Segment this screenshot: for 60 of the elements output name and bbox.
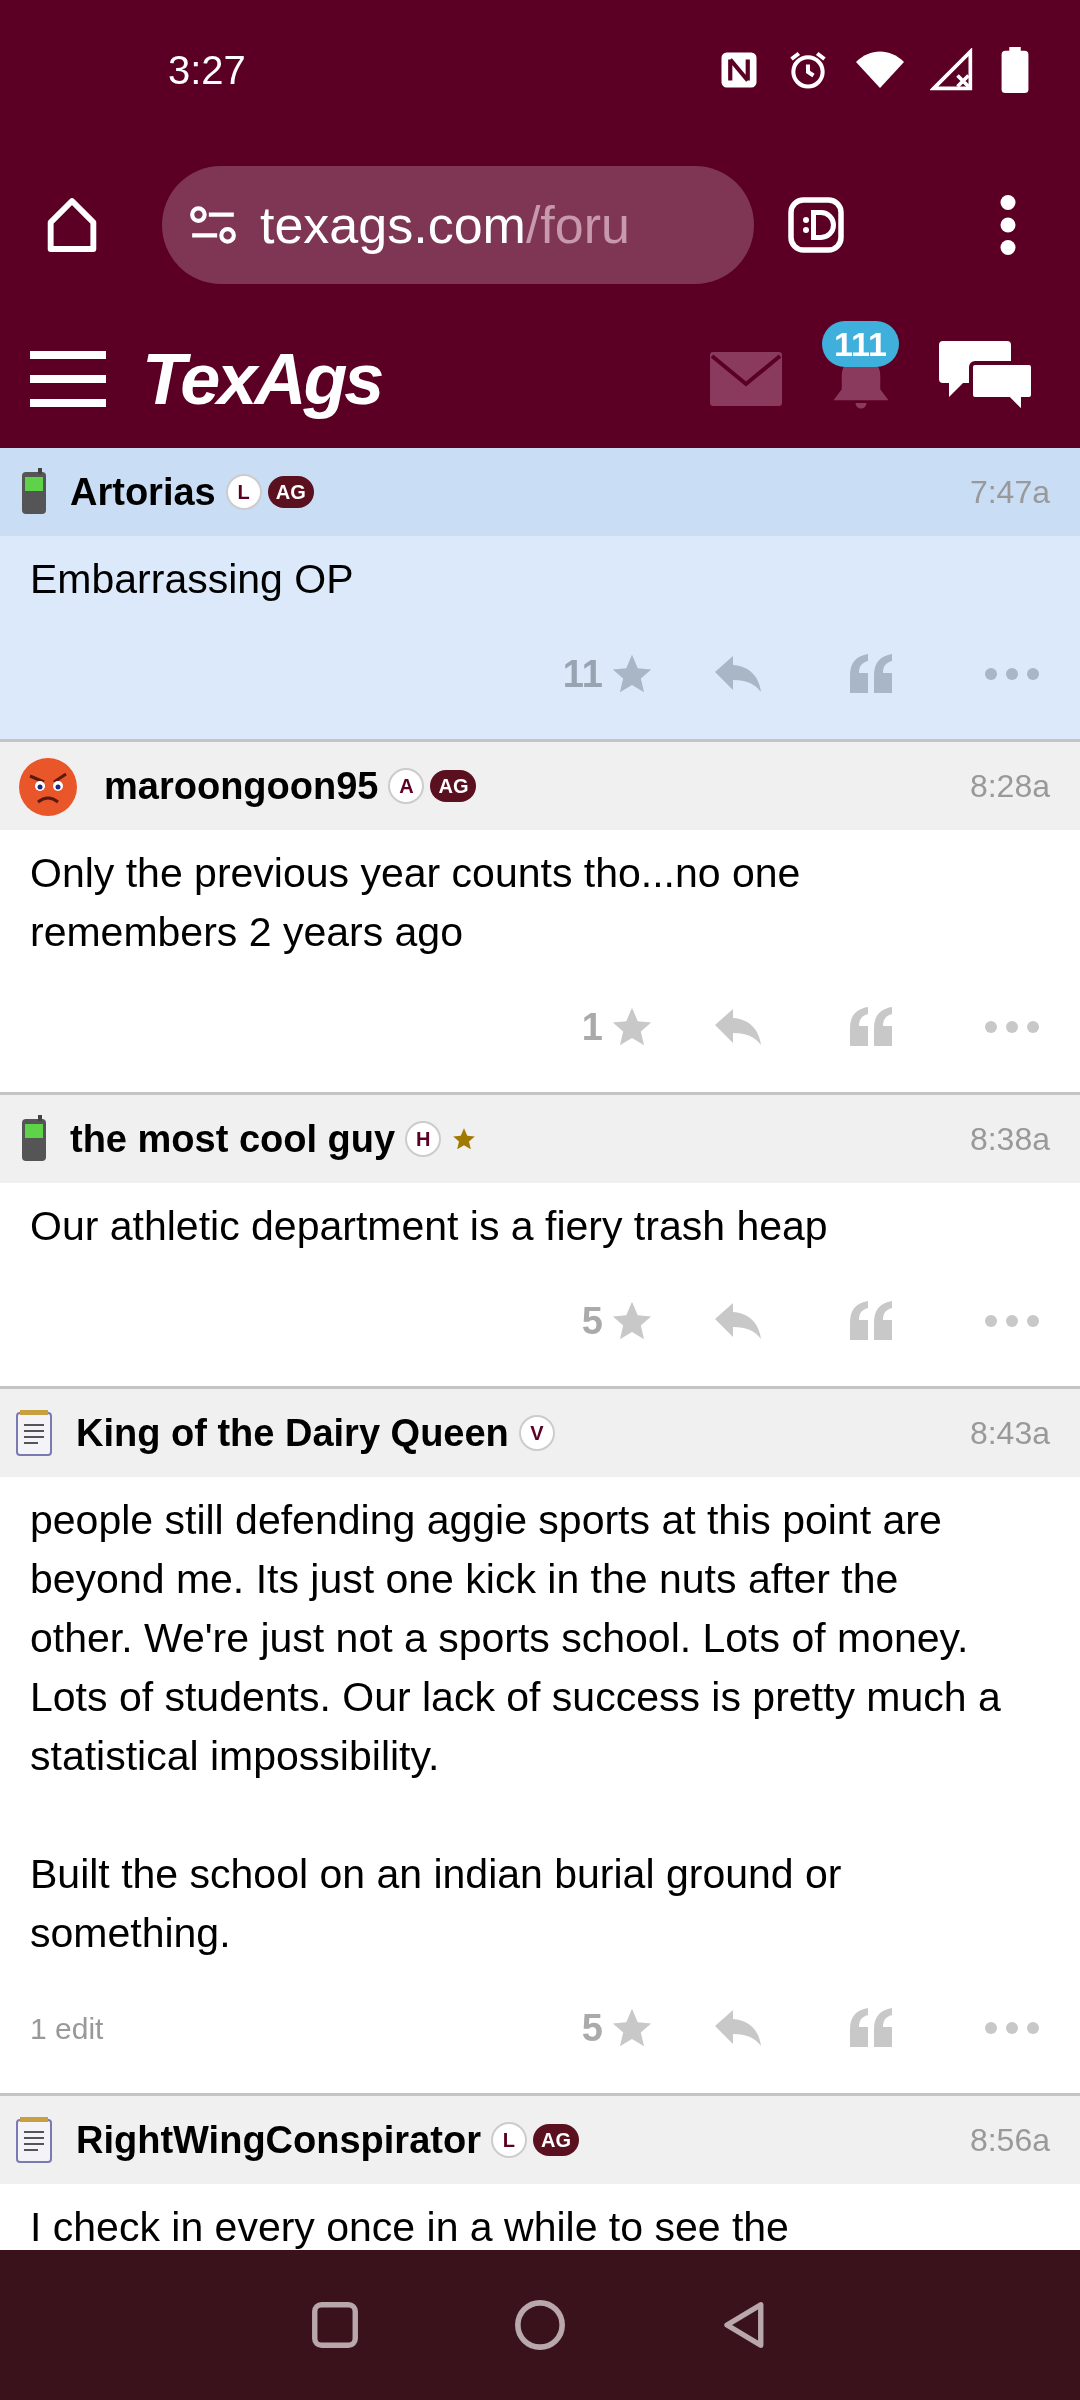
site-logo[interactable]: TexAgs xyxy=(142,325,382,433)
quote-icon[interactable] xyxy=(848,1300,894,1342)
username[interactable]: King of the Dairy Queen xyxy=(76,1404,509,1462)
ag-badge: AG xyxy=(532,2124,579,2156)
username[interactable]: Artorias xyxy=(70,463,216,521)
status-time: 3:27 xyxy=(168,47,246,94)
post-text: people still defending aggie sports at this point are beyond me. Its just one kick in the nuts after the other. We're just not a sports school. Lots of money. Lots of students. Our lack of success is pretty much a statistical impossibility. xyxy=(30,1496,1002,1781)
url-host: texags.com xyxy=(260,195,526,256)
ag-badge: AG xyxy=(267,476,314,508)
notification-count: 111 xyxy=(822,321,899,367)
username[interactable]: the most cool guy xyxy=(70,1110,396,1168)
post-text: I check in every once in a while to see the xyxy=(30,2203,790,2250)
more-icon[interactable] xyxy=(984,667,1040,681)
post-text: Our athletic department is a fiery trash heap xyxy=(30,1202,829,1251)
phone-icon xyxy=(20,468,48,516)
post-time: 8:43a xyxy=(969,1414,1050,1453)
hamburger-icon[interactable] xyxy=(30,351,106,407)
reply-icon[interactable] xyxy=(713,654,763,694)
notepad-icon xyxy=(14,2116,54,2164)
reply-icon[interactable] xyxy=(713,1301,763,1341)
rank-badge: V xyxy=(518,1415,555,1451)
wifi-icon xyxy=(856,50,904,90)
more-icon[interactable] xyxy=(984,2021,1040,2035)
username[interactable]: maroongoon95 xyxy=(104,757,379,815)
post-time: 8:38a xyxy=(969,1120,1050,1159)
site-settings-icon[interactable] xyxy=(188,203,238,247)
post-text: Built the school on an indian burial ground or something. xyxy=(30,1850,843,1958)
reply-icon[interactable] xyxy=(713,1007,763,1047)
notepad-icon xyxy=(14,1409,54,1457)
address-bar[interactable]: texags.com/foru xyxy=(162,166,754,284)
star-count: 5 xyxy=(581,2005,603,2051)
post-text: Embarrassing OP xyxy=(30,555,355,604)
emoji-tab-icon[interactable] xyxy=(786,195,846,255)
star-count: 5 xyxy=(581,1298,603,1344)
quote-icon[interactable] xyxy=(848,653,894,695)
rank-badge: L xyxy=(225,474,262,510)
no-signal-icon xyxy=(930,48,974,92)
star-icon xyxy=(451,1126,478,1152)
mail-icon[interactable] xyxy=(710,352,782,406)
more-icon[interactable] xyxy=(984,1020,1040,1034)
rank-badge: H xyxy=(405,1121,442,1157)
rank-badge: A xyxy=(388,768,425,804)
username[interactable]: RightWingConspirator xyxy=(76,2111,481,2169)
reply-icon[interactable] xyxy=(713,2008,763,2048)
url-path: /foru xyxy=(525,195,630,256)
menu-icon[interactable] xyxy=(998,195,1018,255)
post-text: Only the previous year counts tho...no one remembers 2 years ago xyxy=(30,849,802,957)
battery-icon xyxy=(1000,47,1030,93)
star-count: 11 xyxy=(562,651,603,697)
phone-icon xyxy=(20,1115,48,1163)
quote-icon[interactable] xyxy=(848,1006,894,1048)
post-time: 8:56a xyxy=(969,2121,1050,2160)
star-count: 1 xyxy=(581,1004,603,1050)
home-button-icon[interactable] xyxy=(512,2297,568,2353)
rank-badge: L xyxy=(490,2122,527,2158)
ag-badge: AG xyxy=(430,770,477,802)
post-time: 8:28a xyxy=(969,767,1050,806)
post-time: 7:47a xyxy=(969,473,1050,512)
more-icon[interactable] xyxy=(984,1314,1040,1328)
quote-icon[interactable] xyxy=(848,2007,894,2049)
